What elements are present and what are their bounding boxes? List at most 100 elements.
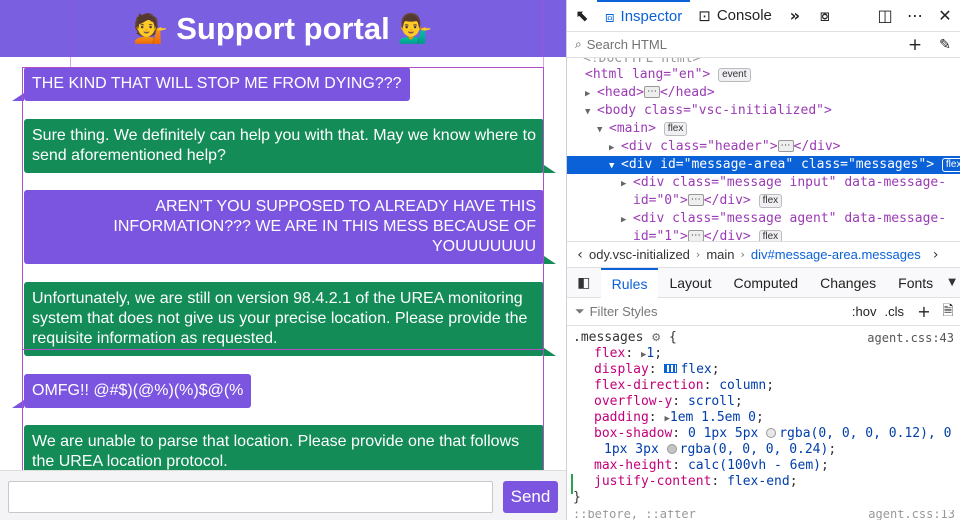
message-composer: Send [0,470,566,520]
expand-arrow-icon[interactable]: ▶ [621,211,633,229]
chevron-down-icon[interactable]: ▼ [944,268,960,298]
message-input: AREN'T YOU SUPPOSED TO ALREADY HAVE THIS… [24,190,556,264]
breadcrumb-item[interactable]: ody.vsc-initialized [589,247,690,262]
portal-header: 💁 Support portal 💁‍♂️ [0,0,566,57]
tree-node-main[interactable]: ▼ <main> flex [567,120,960,138]
cls-toggle[interactable]: .cls [885,304,905,319]
hov-toggle[interactable]: :hov [852,304,877,319]
tree-node-html[interactable]: <html lang="en"> event [567,66,960,84]
send-button[interactable]: Send [503,481,558,513]
dock-icon[interactable]: ◫ [870,0,900,32]
declaration[interactable]: flex-direction: column; [573,378,954,394]
expand-arrow-icon[interactable]: ▶ [621,175,633,193]
rule-selector[interactable]: .messages [573,330,643,345]
man-tipping-hand-icon: 💁‍♂️ [397,12,433,45]
declaration[interactable]: justify-content: flex-end; [573,474,954,490]
eyedropper-icon[interactable]: ✎ [930,37,960,53]
console-icon: ⊡ [698,6,711,25]
event-badge[interactable]: event [718,68,751,82]
element-picker-icon[interactable]: ⬉ [567,0,597,32]
woman-tipping-hand-icon: 💁 [133,12,169,45]
collapse-arrow-icon[interactable]: ▼ [597,121,609,139]
expand-arrow-icon[interactable]: ▶ [609,139,621,157]
message-input-field[interactable] [8,481,493,513]
rules-list: .messages ⚙ { agent.css:43 flex: ▶1; dis… [567,326,960,506]
search-icon: ⌕ [575,37,582,51]
markup-tree[interactable]: <!DOCTYPE html> <html lang="en"> event ▶… [567,58,960,242]
filter-styles-input[interactable]: Filter Styles [590,304,852,319]
html-search-row: ⌕ Search HTML + ✎ [567,32,960,58]
tree-node-message-agent[interactable]: ▶ <div class="message agent" data-message… [567,210,960,228]
flex-badge[interactable]: flex [758,194,783,208]
message-area[interactable]: THE KIND THAT WILL STOP ME FROM DYING???… [0,57,566,479]
search-html-input[interactable]: Search HTML [587,37,900,52]
tree-node-message-agent-cont: id="1"> ⋯ </div> flex [567,228,960,241]
overflow-menu-icon[interactable]: ⋯ [900,0,930,32]
tab-console-label: Console [716,7,772,24]
declaration[interactable]: max-height: calc(100vh - 6em); [573,458,954,474]
declaration-continuation: 1px 3px rgba(0, 0, 0, 0.24); [604,442,837,457]
declaration[interactable]: overflow-y: scroll; [573,394,954,410]
screenshot-icon[interactable]: ⧇ [810,0,840,32]
changed-declaration-marker [571,474,573,494]
add-node-icon[interactable]: + [900,35,930,55]
expand-arrow-icon[interactable]: ▶ [585,85,597,103]
flexbox-toggle-icon[interactable] [664,364,678,373]
devtools-panel: ⬉ ⧈ Inspector ⊡ Console » ⧇ ◫ ⋯ ✕ ⌕ Sear… [566,0,960,520]
declaration[interactable]: flex: ▶1; [573,346,954,362]
devtools-toolbar: ⬉ ⧈ Inspector ⊡ Console » ⧇ ◫ ⋯ ✕ [567,0,960,32]
tree-node-header-div[interactable]: ▶ <div class="header"> ⋯ </div> [567,138,960,156]
tree-node-head[interactable]: ▶ <head> ⋯ </head> [567,84,960,102]
message-input: THE KIND THAT WILL STOP ME FROM DYING??? [12,67,410,101]
tree-node-body[interactable]: ▼ <body class="vsc-initialized"> [567,102,960,120]
flex-badge[interactable]: flex [758,230,783,241]
filter-styles-row: ⏷ Filter Styles :hov .cls + 🗎 [567,298,960,326]
color-swatch-icon[interactable] [666,444,677,454]
close-icon[interactable]: ✕ [930,0,960,32]
chevron-left-icon[interactable]: ‹ [571,247,589,263]
tab-inspector[interactable]: ⧈ Inspector [597,0,691,32]
filter-icon: ⏷ [575,304,585,318]
tree-node-message-input[interactable]: ▶ <div class="message input" data-message… [567,174,960,192]
portal-title: 💁 Support portal 💁‍♂️ [133,11,432,47]
rule-source-link[interactable]: agent.css:43 [867,330,954,346]
tab-layout[interactable]: Layout [658,268,722,298]
breadcrumb-item[interactable]: main [706,247,734,262]
message-agent: Sure thing. We definitely can help you w… [24,119,556,173]
more-tabs-icon[interactable]: » [780,0,810,32]
tree-node-message-input-cont: id="0"> ⋯ </div> flex [567,192,960,210]
tab-rules[interactable]: Rules [600,267,659,298]
tab-fonts[interactable]: Fonts [887,268,944,298]
tab-console[interactable]: ⊡ Console [690,0,780,32]
breadcrumb: ‹ ody.vsc-initialized › main › div#messa… [567,242,960,268]
message-agent: Unfortunately, we are still on version 9… [24,282,556,356]
portal-title-text: Support portal [176,10,390,46]
inspector-icon: ⧈ [605,7,615,26]
toggle-pane-icon[interactable]: ◧ [567,268,601,298]
chevron-right-icon: › [695,248,701,261]
tab-inspector-label: Inspector [620,8,683,25]
declaration[interactable]: display: flex; [573,362,954,378]
tree-node-doctype: <!DOCTYPE html> [583,58,701,66]
collapse-arrow-icon[interactable]: ▼ [609,157,621,175]
add-rule-icon[interactable]: + [912,302,936,321]
chevron-right-icon[interactable]: › [927,247,945,263]
support-portal-app: 💁 Support portal 💁‍♂️ THE KIND THAT WILL… [0,0,566,520]
print-media-icon[interactable]: 🗎 [936,300,960,324]
tab-computed[interactable]: Computed [723,268,810,298]
chevron-right-icon: › [740,248,745,261]
collapse-arrow-icon[interactable]: ▼ [585,103,597,121]
rule-close-brace: } [573,490,581,505]
color-swatch-icon[interactable] [766,428,777,438]
next-rule-partial: ::before, ::after agent.css:13 [573,510,955,520]
declaration[interactable]: box-shadow: 0 1px 5px rgba(0, 0, 0, 0.12… [573,426,954,442]
breadcrumb-item-current[interactable]: div#message-area.messages [751,247,921,262]
flex-badge[interactable]: flex [941,158,960,172]
tab-changes[interactable]: Changes [809,268,887,298]
tree-node-message-area-selected[interactable]: ▼ <div id="message-area" class="messages"… [567,156,960,174]
gear-icon[interactable]: ⚙ [651,331,661,344]
rule-selector-line: .messages ⚙ { agent.css:43 [573,330,954,346]
flex-badge[interactable]: flex [663,122,688,136]
sidebar-panel-tabs: ◧ Rules Layout Computed Changes Fonts ▼ [567,267,960,298]
declaration[interactable]: padding: ▶1em 1.5em 0; [573,410,954,426]
